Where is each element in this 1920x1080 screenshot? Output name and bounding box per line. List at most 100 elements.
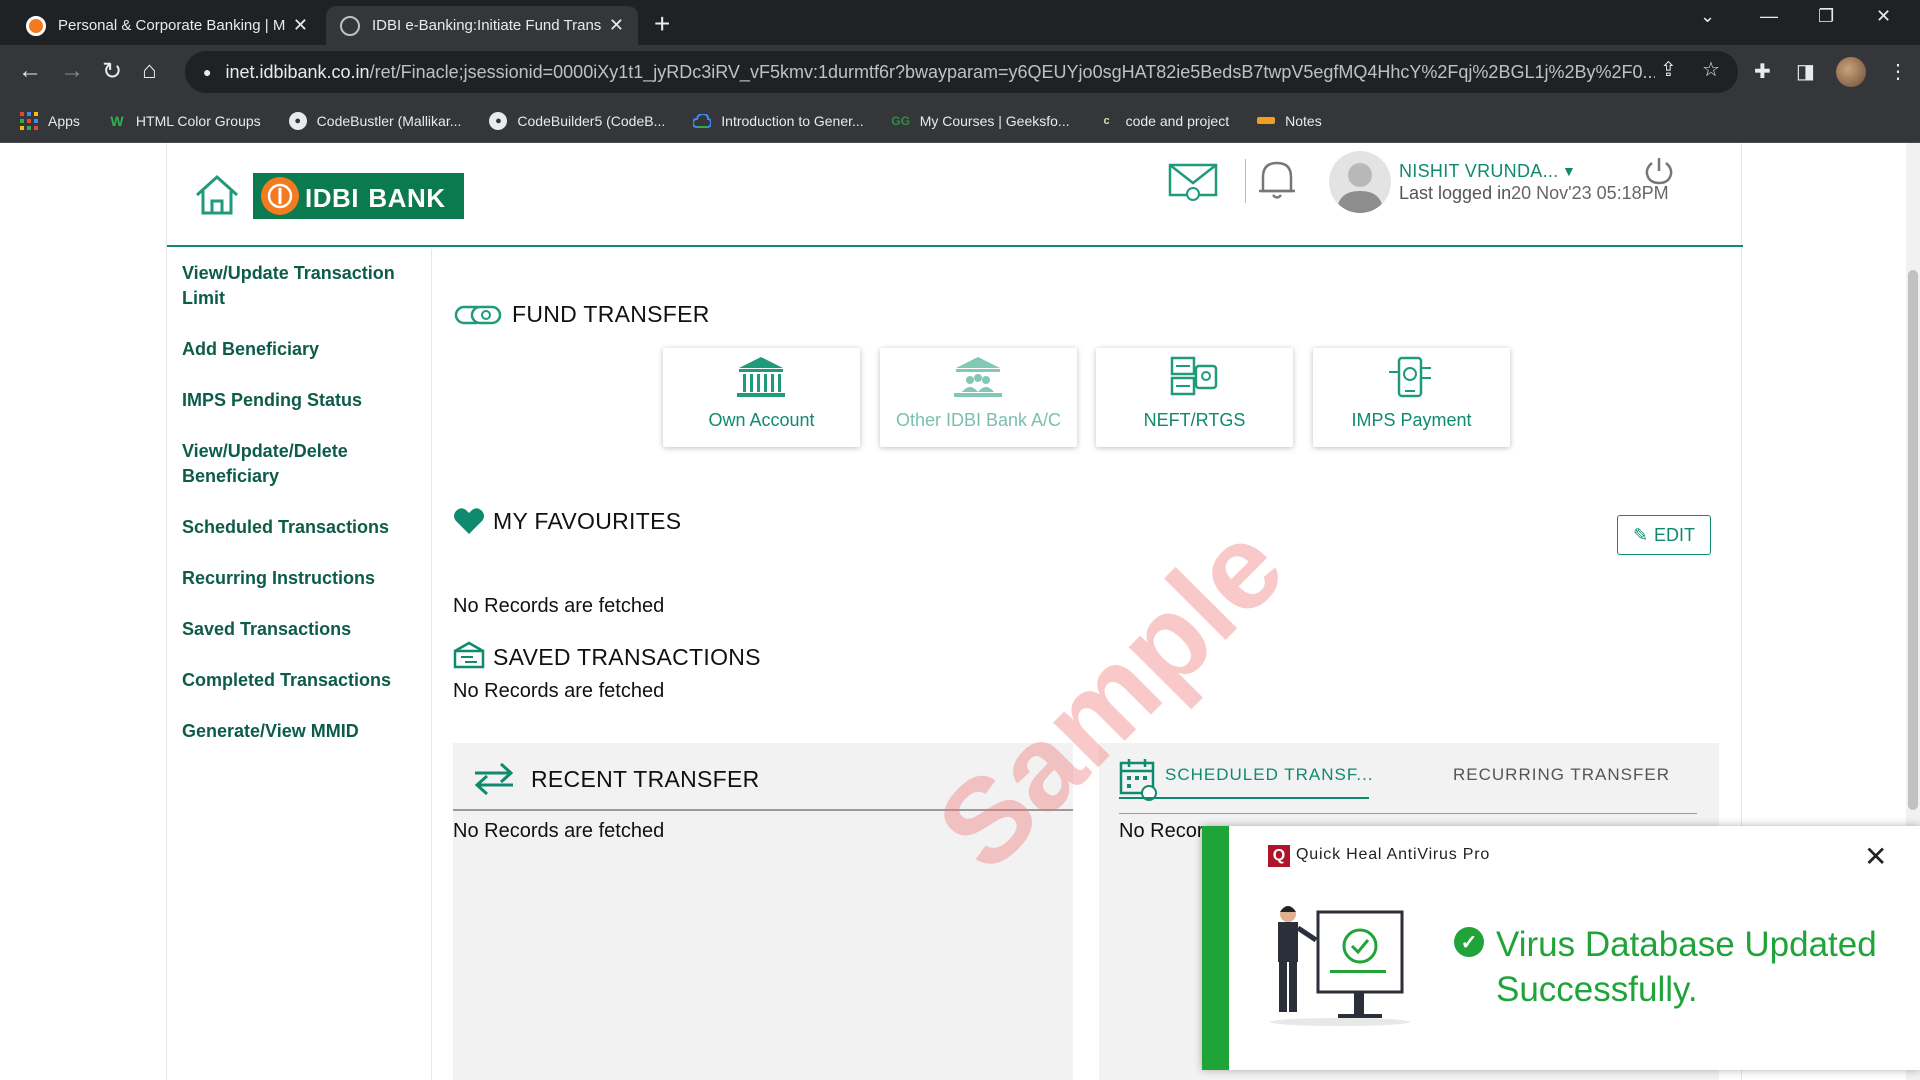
idbi-favicon-icon <box>26 15 46 36</box>
scheduled-empty-text: No Recor <box>1119 820 1204 842</box>
tab-scheduled-transfer[interactable]: SCHEDULED TRANSF... <box>1165 765 1374 785</box>
home-icon[interactable] <box>193 171 241 219</box>
side-panel-icon[interactable]: ◨ <box>1796 59 1815 84</box>
bookmark-label: CodeBustler (Mallikar... <box>316 112 462 129</box>
bookmark-intro-gen[interactable]: Introduction to Gener... <box>693 112 864 130</box>
url-text[interactable]: inet.idbibank.co.in/ret/Finacle;jsession… <box>225 62 1655 83</box>
neft-rtgs-card[interactable]: NEFT/RTGS <box>1096 348 1293 447</box>
globe-icon <box>340 15 360 36</box>
reload-icon[interactable]: ↻ <box>102 57 122 86</box>
bell-icon[interactable] <box>1255 155 1299 203</box>
google-cloud-icon <box>693 112 712 130</box>
bookmark-notes[interactable]: Notes <box>1257 112 1322 130</box>
other-idbi-account-label: Other IDBI Bank A/C <box>895 410 1062 430</box>
home-icon[interactable]: ⌂ <box>142 57 157 85</box>
menu-dots-icon[interactable]: ⋮ <box>1888 59 1908 84</box>
recent-transfer-header: RECENT TRANSFER <box>453 743 1073 811</box>
user-avatar[interactable] <box>1329 151 1391 213</box>
forward-icon[interactable]: → <box>60 57 84 85</box>
recent-transfer-panel: RECENT TRANSFER No Records are fetched <box>453 743 1073 1080</box>
recent-transfer-title: RECENT TRANSFER <box>531 766 760 792</box>
logo-text: IDBI BANK <box>305 182 446 213</box>
sidebar-item-imps-pending-status[interactable]: IMPS Pending Status <box>167 388 431 413</box>
heart-icon <box>454 508 484 534</box>
bookmark-label: HTML Color Groups <box>135 112 261 129</box>
last-logged-in: Last logged in20 Nov'23 05:18PM <box>1399 183 1669 203</box>
sidebar-item-add-beneficiary[interactable]: Add Beneficiary <box>167 337 431 362</box>
bookmark-label: Notes <box>1285 112 1322 129</box>
close-tab-icon[interactable]: ✕ <box>293 15 308 36</box>
toast-message: Virus Database Updated Successfully. <box>1496 925 1877 1009</box>
bookmark-codebuilder5[interactable]: ● CodeBuilder5 (CodeB... <box>489 111 666 130</box>
quick-heal-logo-icon: Q <box>1268 845 1290 867</box>
sidebar-item-completed-transactions[interactable]: Completed Transactions <box>167 668 431 693</box>
sidebar-item-view-update-transaction-limit[interactable]: View/Update Transaction Limit <box>167 261 431 311</box>
toast-close-icon[interactable]: ✕ <box>1864 840 1887 873</box>
back-icon[interactable]: ← <box>18 57 42 85</box>
new-tab-icon[interactable]: + <box>654 8 670 40</box>
minimize-icon[interactable]: — <box>1760 6 1778 27</box>
github-icon: ● <box>288 111 307 130</box>
bookmark-html-color-groups[interactable]: W HTML Color Groups <box>108 112 261 130</box>
profile-avatar[interactable] <box>1836 57 1866 87</box>
share-icon[interactable]: ⇪ <box>1660 57 1677 82</box>
scrollbar-thumb[interactable] <box>1908 270 1918 810</box>
saved-transactions-icon <box>453 641 485 669</box>
tab-divider <box>1119 813 1697 814</box>
bookmark-code-and-project[interactable]: c code and project <box>1098 112 1230 130</box>
browser-toolbar: ← → ↻ ⌂ ● inet.idbibank.co.in/ret/Finacl… <box>0 45 1920 99</box>
tab-search-icon[interactable]: ⌄ <box>1700 6 1715 27</box>
active-tab-indicator <box>1119 797 1369 799</box>
browser-tab[interactable]: Personal & Corporate Banking | MS ✕ <box>12 6 322 45</box>
bank-building-icon <box>737 357 785 397</box>
saved-transactions-title: SAVED TRANSACTIONS <box>493 644 761 670</box>
power-logout-icon[interactable] <box>1643 155 1675 187</box>
bookmark-star-icon[interactable]: ☆ <box>1702 57 1720 82</box>
edit-favourites-button[interactable]: ✎ EDIT <box>1617 515 1711 555</box>
my-favourites-title: MY FAVOURITES <box>493 508 682 534</box>
browser-tab-active[interactable]: IDBI e-Banking:Initiate Fund Transfe ✕ <box>326 6 638 45</box>
apps-grid-icon <box>20 111 38 130</box>
recent-empty-text: No Records are fetched <box>453 820 665 842</box>
restore-icon[interactable]: ❐ <box>1818 6 1834 27</box>
close-tab-icon[interactable]: ✕ <box>609 15 624 36</box>
bookmark-label: CodeBuilder5 (CodeB... <box>517 112 666 129</box>
imps-payment-label: IMPS Payment <box>1351 410 1472 430</box>
bookmark-label: Introduction to Gener... <box>721 112 864 129</box>
edit-label: EDIT <box>1654 524 1696 545</box>
idbi-bank-logo[interactable]: IDBI BANK <box>253 173 464 219</box>
window-close-icon[interactable]: ✕ <box>1876 6 1891 27</box>
caret-down-icon[interactable]: ▼ <box>1562 163 1576 179</box>
favourites-empty-text: No Records are fetched <box>453 595 665 617</box>
money-transfer-icon <box>454 305 502 325</box>
sidebar-item-recurring-instructions[interactable]: Recurring Instructions <box>167 566 431 591</box>
bookmark-label: My Courses | Geeksfo... <box>919 112 1070 129</box>
bookmark-label: Apps <box>48 112 80 129</box>
other-idbi-account-card[interactable]: Other IDBI Bank A/C <box>880 348 1077 447</box>
extensions-icon[interactable]: ✚ <box>1754 59 1771 84</box>
fund-transfer-title: FUND TRANSFER <box>512 301 710 327</box>
address-bar[interactable]: ● inet.idbibank.co.in/ret/Finacle;jsessi… <box>185 51 1738 93</box>
toast-app-name: Quick Heal AntiVirus Pro <box>1296 846 1491 863</box>
sidebar-item-saved-transactions[interactable]: Saved Transactions <box>167 617 431 642</box>
bookmark-apps[interactable]: Apps <box>20 111 80 130</box>
person-monitor-illustration-icon <box>1270 906 1410 1026</box>
bookmark-codebustler[interactable]: ● CodeBustler (Mallikar... <box>288 111 462 130</box>
sidebar-item-view-update-delete-beneficiary[interactable]: View/Update/Delete Beneficiary <box>167 439 431 489</box>
pencil-icon: ✎ <box>1632 524 1649 545</box>
sidebar-item-generate-view-mmid[interactable]: Generate/View MMID <box>167 719 431 744</box>
sidebar-item-scheduled-transactions[interactable]: Scheduled Transactions <box>167 515 431 540</box>
mail-icon[interactable] <box>1167 159 1221 203</box>
bank-people-icon <box>954 357 1002 397</box>
lock-icon[interactable]: ● <box>203 64 211 80</box>
w-icon: W <box>110 112 124 129</box>
bookmark-geeksforgeeks[interactable]: GG My Courses | Geeksfo... <box>891 112 1070 130</box>
own-account-card[interactable]: Own Account <box>663 348 860 447</box>
user-name[interactable]: NISHIT VRUNDA... <box>1399 161 1559 182</box>
tab-title: Personal & Corporate Banking | MS <box>58 17 285 34</box>
neft-rtgs-icon <box>1170 356 1218 396</box>
geeksforgeeks-icon: GG <box>891 113 911 128</box>
own-account-label: Own Account <box>708 410 815 430</box>
tab-recurring-transfer[interactable]: RECURRING TRANSFER <box>1453 765 1670 785</box>
imps-payment-card[interactable]: IMPS Payment <box>1313 348 1510 447</box>
